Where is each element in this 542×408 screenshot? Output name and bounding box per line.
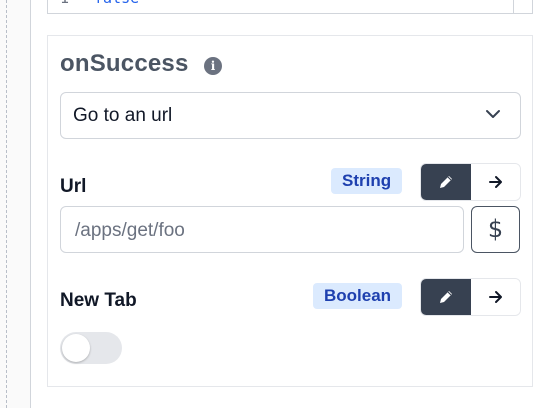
left-rail: [0, 0, 31, 408]
code-scrollbar[interactable]: [513, 0, 514, 13]
arrow-right-icon: [489, 176, 502, 188]
url-mode-toggle: [420, 163, 521, 201]
url-type-badge: String: [331, 168, 403, 194]
new-tab-toggle[interactable]: [60, 332, 122, 364]
dynamic-expression-button[interactable]: $: [471, 206, 520, 253]
code-preview[interactable]: 1 false: [47, 0, 533, 14]
url-input-wrapper: [60, 206, 464, 253]
pencil-icon: [440, 176, 452, 188]
url-connect-mode-button[interactable]: [471, 164, 520, 200]
code-line-number: 1: [60, 0, 69, 7]
info-icon[interactable]: i: [204, 57, 222, 75]
toggle-knob: [62, 334, 90, 362]
arrow-right-icon: [489, 291, 502, 303]
section-title: onSuccess: [60, 50, 189, 77]
on-success-panel: onSuccess i Go to an url Url String $ Ne…: [47, 35, 533, 387]
new-tab-label: New Tab: [60, 290, 137, 311]
new-tab-mode-toggle: [420, 278, 521, 316]
chevron-down-icon: [486, 110, 500, 118]
pencil-icon: [440, 291, 452, 303]
url-label: Url: [60, 176, 87, 197]
rail-dashed-guide: [6, 0, 7, 408]
new-tab-static-mode-button[interactable]: [421, 279, 471, 315]
url-input[interactable]: [73, 219, 457, 243]
new-tab-connect-mode-button[interactable]: [471, 279, 520, 315]
new-tab-type-badge: Boolean: [313, 283, 403, 309]
url-static-mode-button[interactable]: [421, 164, 471, 200]
code-value: false: [94, 0, 139, 7]
action-select[interactable]: Go to an url: [60, 92, 521, 139]
action-select-value: Go to an url: [73, 105, 173, 126]
